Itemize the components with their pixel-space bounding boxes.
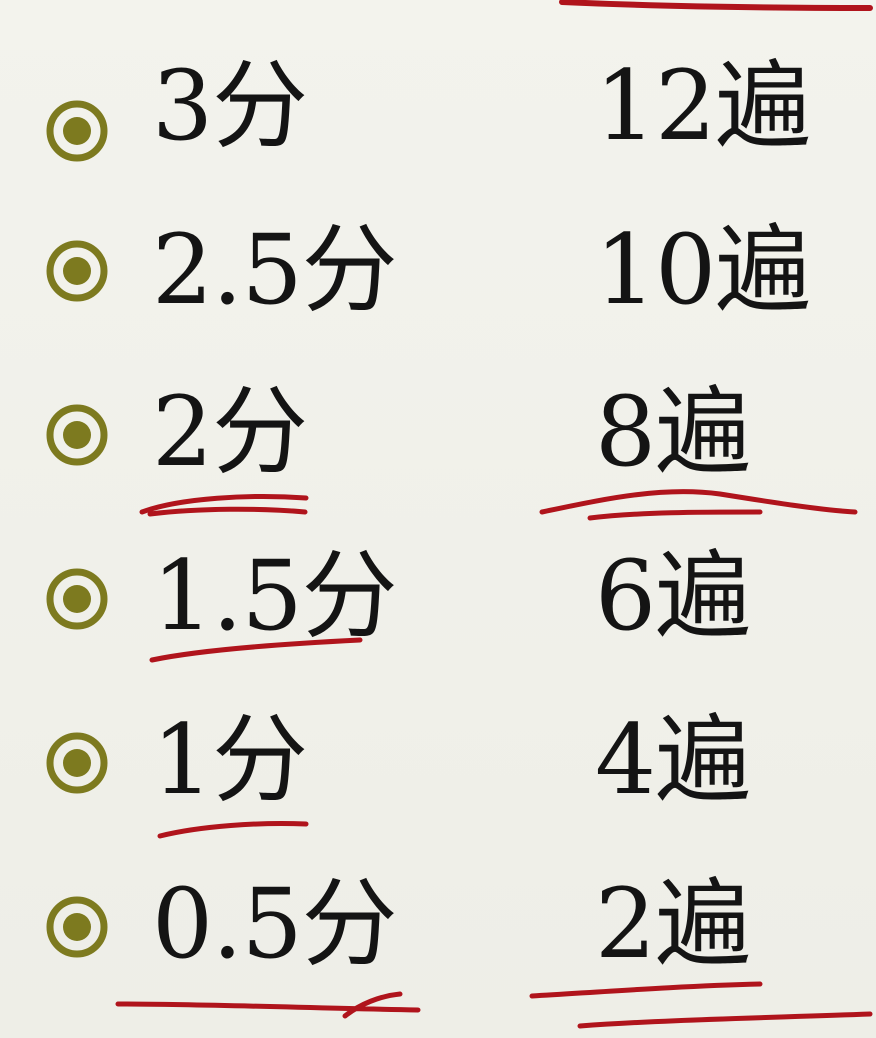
list-item: 3分 12遍 [0, 28, 876, 188]
list-item: 1.5分 6遍 [0, 520, 876, 680]
slide: 3分 12遍 2.5分 10遍 2分 8遍 1.5分 6遍 1分 4遍 0.5分 [0, 0, 876, 1038]
duration-label: 3分 [152, 50, 308, 162]
ink-stroke-top [559, 0, 873, 11]
repetition-label: 12遍 [595, 50, 811, 162]
repetition-label: 2遍 [595, 868, 751, 980]
list-item: 0.5分 2遍 [0, 848, 876, 1008]
repetition-label: 8遍 [595, 376, 751, 488]
repetition-label: 6遍 [595, 540, 751, 652]
radio-bullet-icon [44, 730, 110, 796]
radio-bullet-icon [44, 238, 110, 304]
radio-bullet-icon [44, 894, 110, 960]
repetition-label: 4遍 [595, 704, 751, 816]
duration-label: 1.5分 [152, 540, 398, 652]
duration-label: 2.5分 [152, 214, 398, 326]
list-item: 2分 8遍 [0, 356, 876, 516]
duration-label: 1分 [152, 704, 308, 816]
repetition-label: 10遍 [595, 214, 811, 326]
radio-bullet-icon [44, 98, 110, 164]
list-item: 2.5分 10遍 [0, 192, 876, 352]
duration-label: 2分 [152, 376, 308, 488]
list-item: 1分 4遍 [0, 684, 876, 844]
ink-stroke-bottom [577, 1011, 873, 1029]
duration-label: 0.5分 [152, 868, 398, 980]
radio-bullet-icon [44, 402, 110, 468]
radio-bullet-icon [44, 566, 110, 632]
